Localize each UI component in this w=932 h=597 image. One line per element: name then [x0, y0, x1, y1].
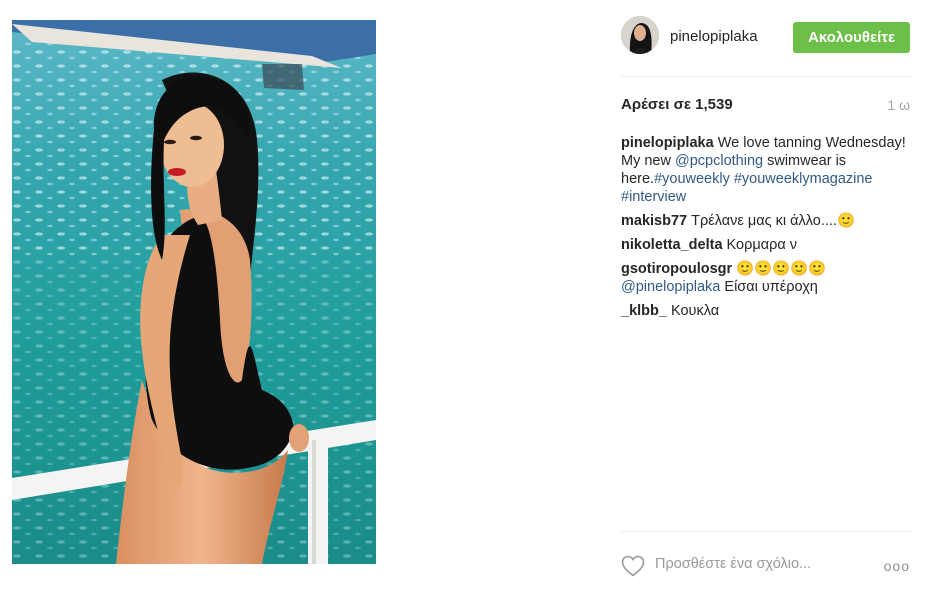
likes-row: Αρέσει σε 1,539 1 ω	[621, 96, 910, 116]
post-username[interactable]: pinelopiplaka	[670, 28, 758, 45]
caption-username[interactable]: pinelopiplaka	[621, 135, 714, 151]
comment-username[interactable]: nikoletta_delta	[621, 237, 723, 253]
comment-item: _klbb_ Κουκλα	[621, 302, 913, 320]
instagram-post-page: pinelopiplaka Ακολουθείτε Αρέσει σε 1,53…	[0, 0, 932, 597]
caption-hashtag[interactable]: #interview	[621, 189, 686, 205]
footer-divider	[621, 531, 910, 532]
comment-input[interactable]	[655, 552, 855, 576]
comment-text: Είσαι υπέροχη	[720, 279, 818, 295]
comment-bar: ooo	[621, 547, 910, 583]
post-header: pinelopiplaka Ακολουθείτε	[621, 16, 910, 58]
post-side-panel: pinelopiplaka Ακολουθείτε Αρέσει σε 1,53…	[621, 0, 910, 597]
avatar[interactable]	[621, 16, 659, 54]
comment-mention[interactable]: @pinelopiplaka	[621, 279, 720, 295]
comment-text: Τρέλανε μας κι άλλο....🙂	[687, 213, 856, 229]
comment-item: gsotiropoulosgr 🙂🙂🙂🙂🙂 @pinelopiplaka Είσα…	[621, 260, 913, 296]
caption-hashtag[interactable]: #youweeklymagazine	[734, 171, 873, 187]
comment-text: Κορμαρα ν	[722, 237, 798, 253]
comment-text: 🙂🙂🙂🙂🙂	[732, 261, 827, 277]
caption-mention[interactable]: @pcpclothing	[675, 153, 763, 169]
more-options-icon[interactable]: ooo	[884, 558, 910, 574]
header-divider	[621, 76, 910, 77]
comment-username[interactable]: makisb77	[621, 213, 687, 229]
avatar-image	[621, 16, 659, 54]
post-time[interactable]: 1 ω	[887, 97, 910, 113]
following-button[interactable]: Ακολουθείτε	[793, 22, 910, 53]
caption: pinelopiplaka We love tanning Wednesday!…	[621, 134, 913, 206]
likes-count[interactable]: Αρέσει σε 1,539	[621, 96, 733, 113]
comment-username[interactable]: _klbb_	[621, 303, 667, 319]
comment-username[interactable]: gsotiropoulosgr	[621, 261, 732, 277]
caption-hashtag[interactable]: #youweekly	[654, 171, 730, 187]
post-photo[interactable]	[12, 20, 376, 564]
comment-text: Κουκλα	[666, 303, 720, 319]
post-photo-image	[12, 20, 376, 564]
comment-item: nikoletta_delta Κορμαρα ν	[621, 236, 913, 254]
comments-list: pinelopiplaka We love tanning Wednesday!…	[621, 134, 913, 326]
heart-icon[interactable]	[621, 555, 645, 577]
comment-item: makisb77 Τρέλανε μας κι άλλο....🙂	[621, 212, 913, 230]
